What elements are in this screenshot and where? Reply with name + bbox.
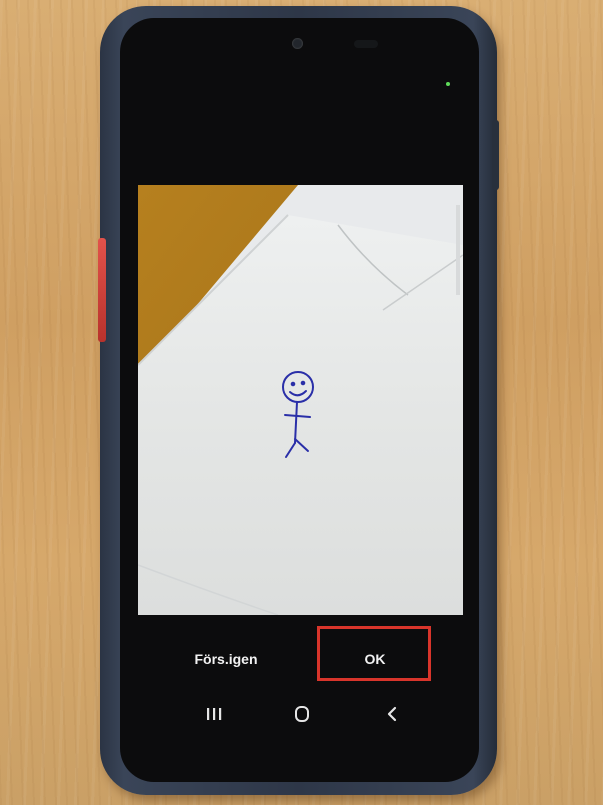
recent-apps-button[interactable] xyxy=(192,700,236,728)
captured-photo-preview xyxy=(138,185,463,615)
phone-side-button xyxy=(98,238,106,342)
navigation-bar xyxy=(120,694,479,734)
ok-button[interactable]: OK xyxy=(320,644,430,674)
recent-apps-icon xyxy=(207,708,222,720)
photo-action-bar: Förs.igen OK xyxy=(120,630,479,688)
back-chevron-icon xyxy=(387,706,397,722)
back-button[interactable] xyxy=(370,700,414,728)
phone-screen: Förs.igen OK xyxy=(120,18,479,782)
home-button[interactable] xyxy=(280,700,324,728)
retry-button[interactable]: Förs.igen xyxy=(176,644,276,674)
phone-volume-button xyxy=(492,120,499,190)
home-icon xyxy=(295,706,309,722)
front-camera-icon xyxy=(292,38,303,49)
status-led-icon xyxy=(446,82,450,86)
sensor-icon xyxy=(354,40,378,48)
photo-image xyxy=(138,185,463,615)
